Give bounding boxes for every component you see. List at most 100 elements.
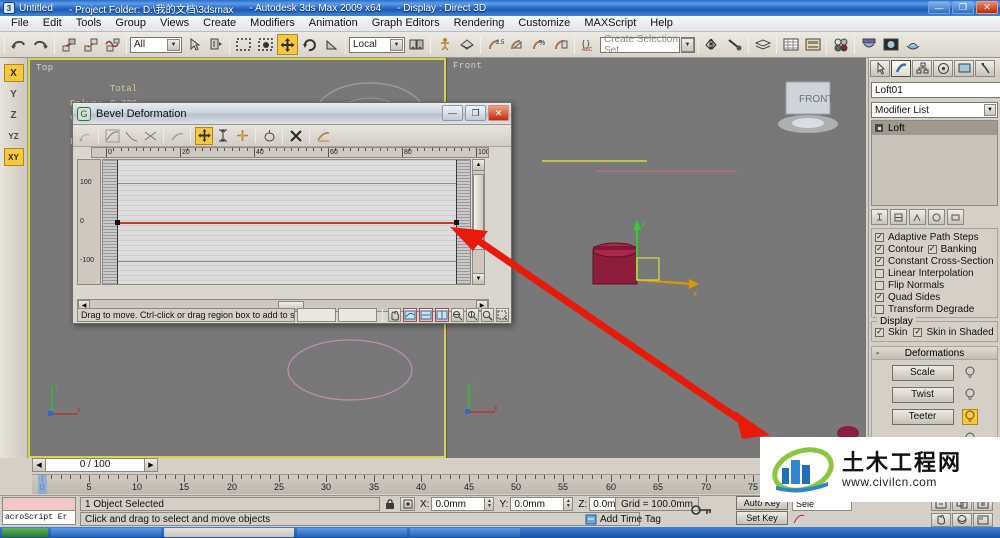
deformation-graph[interactable]: 0 20 40 60 80 100 100 0 -100 ▲ ▼ bbox=[77, 147, 489, 297]
maximize-viewport-icon[interactable] bbox=[973, 512, 993, 527]
frame-indicator[interactable]: ◀ 0 / 100 ▶ bbox=[32, 458, 158, 472]
coord-x-input[interactable]: 0.0mm bbox=[431, 497, 486, 511]
zoom-h-extents-icon[interactable] bbox=[419, 308, 433, 322]
spinner-snap-icon[interactable] bbox=[550, 34, 571, 55]
key-mode-icon[interactable] bbox=[690, 500, 714, 520]
coord-y-input[interactable]: 0.0mm bbox=[510, 497, 565, 511]
axis-constraint-xy[interactable]: XY bbox=[3, 148, 24, 166]
minimize-button[interactable]: — bbox=[928, 1, 950, 14]
display-checkbox-row[interactable]: ✓ Skin ✓ Skin in Shaded bbox=[875, 326, 994, 338]
bind-space-warp-icon[interactable] bbox=[102, 34, 123, 55]
chevron-down-icon[interactable]: ▼ bbox=[984, 104, 996, 116]
scale-vertical-icon[interactable] bbox=[214, 127, 232, 145]
dialog-title-bar[interactable]: G Bevel Deformation — ❐ ✕ bbox=[73, 103, 511, 125]
window-crossing-icon[interactable] bbox=[255, 34, 276, 55]
move-control-point-icon[interactable] bbox=[76, 127, 94, 145]
object-name-input[interactable] bbox=[871, 82, 1000, 98]
named-selection-set-input[interactable]: Create Selection Set bbox=[600, 34, 680, 56]
dialog-maximize-button[interactable]: ❐ bbox=[465, 105, 486, 121]
curve-corner-icon[interactable] bbox=[103, 127, 121, 145]
teeter-deformation-button[interactable]: Teeter bbox=[891, 408, 954, 425]
use-pivot-center-icon[interactable] bbox=[406, 34, 427, 55]
next-frame-icon[interactable]: ▶ bbox=[144, 459, 157, 471]
reset-curve-icon[interactable] bbox=[260, 127, 278, 145]
maxscript-listener-output[interactable]: acroScript Er bbox=[2, 511, 76, 525]
select-scale-icon[interactable] bbox=[321, 34, 342, 55]
curve-smooth-icon[interactable] bbox=[168, 127, 186, 145]
menu-item-tools[interactable]: Tools bbox=[69, 16, 109, 31]
add-time-tag-label[interactable]: Add Time Tag bbox=[600, 514, 661, 525]
curve-linear-icon[interactable] bbox=[141, 127, 159, 145]
axis-constraint-y[interactable]: Y bbox=[4, 85, 24, 103]
taskbar-item[interactable] bbox=[51, 528, 161, 537]
checkbox-flip-normals[interactable] bbox=[875, 280, 884, 290]
axis-constraint-yz[interactable]: YZ bbox=[4, 127, 24, 145]
create-tab[interactable] bbox=[870, 59, 890, 77]
display-tab[interactable] bbox=[954, 59, 974, 77]
menu-item-graph-editors[interactable]: Graph Editors bbox=[365, 16, 447, 31]
teeter-lamp-icon[interactable] bbox=[961, 408, 978, 425]
pin-stack-button[interactable] bbox=[871, 209, 888, 225]
menu-item-edit[interactable]: Edit bbox=[36, 16, 69, 31]
menu-item-help[interactable]: Help bbox=[643, 16, 680, 31]
checkbox-quad-sides[interactable]: ✓ bbox=[875, 292, 884, 302]
zoom-extents-icon[interactable] bbox=[403, 308, 417, 322]
move-icon[interactable] bbox=[195, 126, 213, 145]
select-link-icon[interactable] bbox=[58, 34, 79, 55]
menu-item-create[interactable]: Create bbox=[196, 16, 243, 31]
utilities-tab[interactable] bbox=[975, 59, 995, 77]
menu-item-customize[interactable]: Customize bbox=[511, 16, 577, 31]
unlink-selection-icon[interactable] bbox=[80, 34, 101, 55]
taskbar-item[interactable] bbox=[410, 528, 520, 537]
rendered-frame-window-icon[interactable] bbox=[880, 34, 901, 55]
checkbox-skin[interactable]: ✓ bbox=[875, 327, 884, 337]
viewport-front-label[interactable]: Front bbox=[453, 61, 483, 71]
checkbox-row-constant-cross-section[interactable]: ✓ Constant Cross-Section bbox=[875, 255, 994, 267]
hierarchy-tab[interactable] bbox=[912, 59, 932, 77]
magnifier-icon[interactable] bbox=[481, 308, 494, 322]
set-key-button[interactable]: Set Key bbox=[736, 511, 788, 525]
menu-item-rendering[interactable]: Rendering bbox=[447, 16, 512, 31]
checkbox-adaptive-path-steps[interactable]: ✓ bbox=[875, 232, 884, 242]
maximize-button[interactable]: ❐ bbox=[952, 1, 974, 14]
checkbox-linear-interpolation[interactable] bbox=[875, 268, 884, 278]
close-button[interactable]: ✕ bbox=[976, 1, 998, 14]
render-setup-icon[interactable] bbox=[858, 34, 879, 55]
absolute-relative-icon[interactable] bbox=[400, 497, 415, 511]
hand-icon[interactable] bbox=[931, 512, 951, 527]
menu-item-modifiers[interactable]: Modifiers bbox=[243, 16, 302, 31]
lock-icon[interactable] bbox=[382, 497, 398, 511]
hand-icon[interactable] bbox=[388, 308, 401, 322]
stack-item-loft[interactable]: Loft bbox=[872, 121, 997, 135]
viewport-top-label[interactable]: Top bbox=[36, 63, 54, 73]
time-tag-group[interactable]: Add Time Tag bbox=[585, 512, 661, 526]
transform-gizmo[interactable]: y x bbox=[597, 208, 707, 308]
taskbar-item[interactable] bbox=[164, 528, 294, 537]
scroll-down-icon[interactable]: ▼ bbox=[473, 273, 484, 284]
checkbox-transform-degrade[interactable] bbox=[875, 304, 884, 314]
show-end-result-button[interactable] bbox=[890, 209, 907, 225]
menu-item-group[interactable]: Group bbox=[108, 16, 153, 31]
checkbox-row-adaptive-path-steps[interactable]: ✓ Adaptive Path Steps bbox=[875, 231, 994, 243]
control-point[interactable] bbox=[115, 220, 120, 225]
coord-x-spinner[interactable]: ▲ ▼ bbox=[485, 497, 495, 511]
make-unique-button[interactable] bbox=[909, 209, 926, 225]
axis-constraint-z[interactable]: Z bbox=[4, 106, 24, 124]
curve-editor-icon[interactable] bbox=[780, 34, 801, 55]
snap-toggle-icon[interactable] bbox=[456, 34, 477, 55]
modifier-list-dropdown[interactable]: Modifier List ▼ bbox=[871, 102, 998, 118]
scale-lamp-icon[interactable] bbox=[962, 365, 978, 381]
menu-item-maxscript[interactable]: MAXScript bbox=[577, 16, 643, 31]
coord-y-spinner[interactable]: ▲ ▼ bbox=[564, 497, 574, 511]
modify-tab[interactable] bbox=[891, 59, 911, 77]
graph-plot-area[interactable] bbox=[102, 159, 471, 285]
layer-manager-icon[interactable] bbox=[752, 34, 773, 55]
checkbox-row-flip-normals[interactable]: Flip Normals bbox=[875, 279, 994, 291]
scale-deformation-button[interactable]: Scale bbox=[891, 364, 954, 381]
modifier-stack[interactable]: Loft bbox=[871, 120, 998, 206]
named-selection-icon[interactable]: { } ABC bbox=[578, 34, 599, 55]
percent-snap-icon[interactable]: % bbox=[528, 34, 549, 55]
checkbox-constant-cross-section[interactable]: ✓ bbox=[875, 256, 884, 266]
view-cube[interactable]: FRONT bbox=[772, 80, 844, 140]
checkbox-row-linear-interpolation[interactable]: Linear Interpolation bbox=[875, 267, 994, 279]
